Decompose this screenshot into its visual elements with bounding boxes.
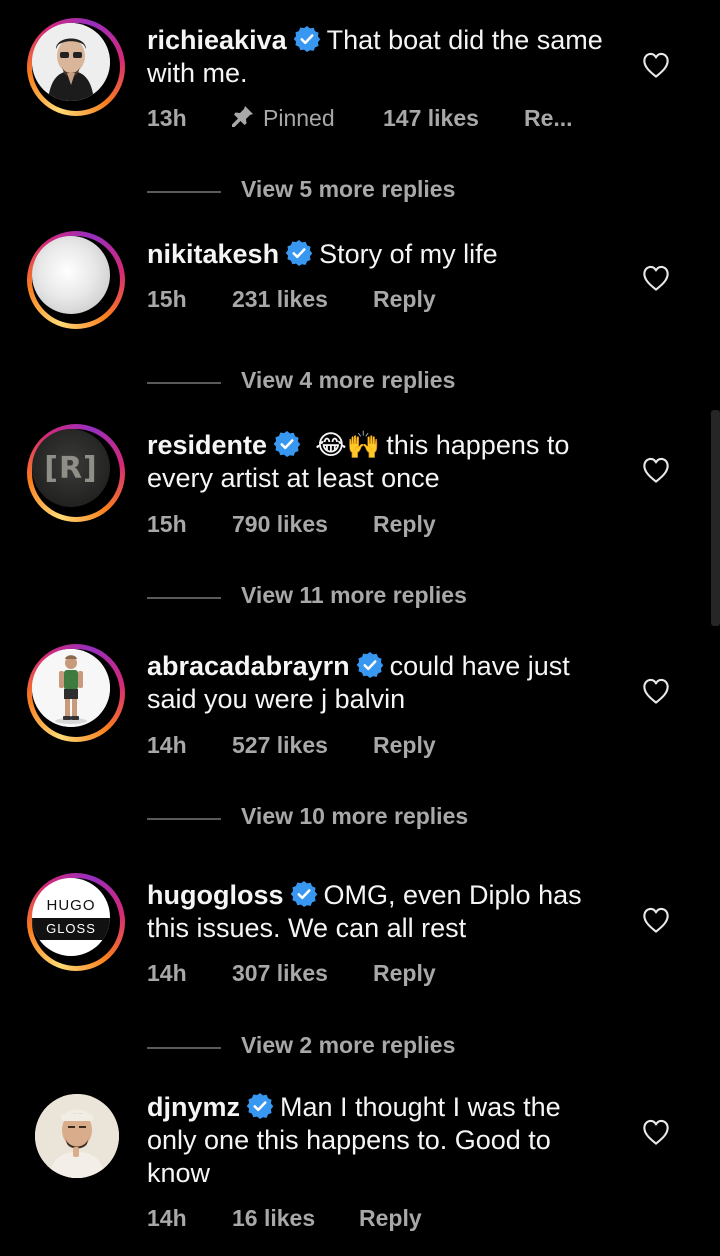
reply-button[interactable]: Reply	[359, 1205, 422, 1232]
avatar[interactable]	[27, 644, 125, 742]
comment-time: 13h	[147, 105, 187, 131]
avatar[interactable]	[27, 231, 125, 329]
reply-button[interactable]: Reply	[373, 732, 436, 759]
view-more-replies[interactable]: View 11 more replies	[147, 582, 547, 612]
view-more-replies[interactable]: View 10 more replies	[147, 803, 547, 833]
comment-body: abracadabrayrn could have just said you w…	[147, 650, 607, 716]
comment-time: 14h	[147, 960, 187, 986]
like-heart-icon[interactable]	[642, 907, 670, 933]
avatar-image	[32, 649, 110, 727]
comment-time: 14h	[147, 1205, 187, 1231]
verified-badge-icon	[246, 1092, 274, 1120]
likes-count[interactable]: 307 likes	[232, 960, 328, 987]
view-more-replies[interactable]: View 2 more replies	[147, 1032, 547, 1062]
comment-username[interactable]: hugogloss	[147, 880, 284, 910]
avatar-image	[35, 1094, 119, 1178]
avatar[interactable]	[27, 18, 125, 116]
reply-button[interactable]: Reply	[373, 511, 436, 538]
likes-count[interactable]: 147 likes	[383, 105, 479, 132]
like-heart-icon[interactable]	[642, 678, 670, 704]
avatar[interactable]: [R]	[27, 424, 125, 522]
avatar-logo-bottom: GLOSS	[32, 918, 110, 940]
pin-icon	[231, 104, 255, 134]
avatar-image: [R]	[32, 429, 110, 507]
reply-button[interactable]: Reply	[373, 960, 436, 987]
avatar[interactable]	[35, 1094, 119, 1178]
comment-emoji: 😂🙌	[315, 430, 381, 460]
verified-badge-icon	[356, 651, 384, 679]
likes-count[interactable]: 790 likes	[232, 511, 328, 538]
avatar-image	[32, 236, 110, 314]
reply-button[interactable]: Reply	[373, 286, 436, 313]
like-heart-icon[interactable]	[642, 1119, 670, 1145]
comment-username[interactable]: nikitakesh	[147, 239, 279, 269]
comment-time: 15h	[147, 286, 187, 312]
pinned-label: Pinned	[263, 105, 335, 131]
verified-badge-icon	[285, 239, 313, 267]
view-more-replies[interactable]: View 5 more replies	[147, 176, 547, 206]
avatar[interactable]: HUGO GLOSS	[27, 873, 125, 971]
divider-line	[147, 382, 221, 384]
divider-line	[147, 191, 221, 193]
comment-body: richieakiva That boat did the same with m…	[147, 24, 607, 90]
like-heart-icon[interactable]	[642, 457, 670, 483]
likes-count[interactable]: 527 likes	[232, 732, 328, 759]
comment-body: nikitakesh Story of my life	[147, 238, 607, 271]
verified-badge-icon	[290, 880, 318, 908]
like-heart-icon[interactable]	[642, 265, 670, 291]
scrollbar[interactable]	[711, 410, 720, 626]
like-heart-icon[interactable]	[642, 52, 670, 78]
verified-badge-icon	[293, 25, 321, 53]
likes-count[interactable]: 16 likes	[232, 1205, 315, 1232]
comment-username[interactable]: richieakiva	[147, 25, 287, 55]
comment-username[interactable]: residente	[147, 430, 267, 460]
avatar-logo-top: HUGO	[46, 897, 96, 914]
comment-time: 15h	[147, 511, 187, 537]
likes-count[interactable]: 231 likes	[232, 286, 328, 313]
reply-button[interactable]: Re...	[524, 105, 573, 132]
avatar-image	[32, 23, 110, 101]
divider-line	[147, 818, 221, 820]
comment-body: djnymz Man I thought I was the only one t…	[147, 1091, 607, 1190]
comment-time: 14h	[147, 732, 187, 758]
comment-username[interactable]: djnymz	[147, 1092, 240, 1122]
comment-username[interactable]: abracadabrayrn	[147, 651, 350, 681]
comment-body: hugogloss OMG, even Diplo has this issues…	[147, 879, 607, 945]
avatar-image: HUGO GLOSS	[32, 878, 110, 956]
divider-line	[147, 1047, 221, 1049]
avatar-logo-text: [R]	[44, 451, 98, 486]
comment-text: Story of my life	[319, 239, 498, 269]
view-more-replies[interactable]: View 4 more replies	[147, 367, 547, 397]
comment-body: residente 😂🙌 this happens to every artist …	[147, 429, 607, 495]
divider-line	[147, 597, 221, 599]
verified-badge-icon	[273, 430, 301, 458]
